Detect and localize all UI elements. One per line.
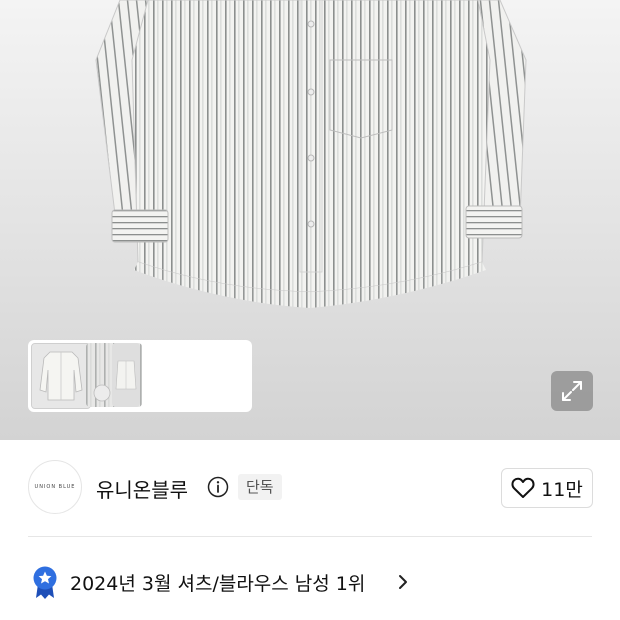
ranking-text: 2024년 3월 셔츠/블라우스 남성 1위 — [70, 573, 366, 595]
chevron-right-icon — [399, 575, 407, 589]
brand-name[interactable]: 유니온블루 — [96, 474, 188, 503]
thumbnail-shirt-front[interactable] — [31, 343, 91, 409]
thumbnail-strip — [28, 340, 252, 412]
product-image[interactable] — [0, 0, 620, 440]
like-button[interactable]: 11만 — [501, 468, 593, 508]
star-ribbon-icon — [33, 566, 57, 599]
exclusive-badge: 단독 — [238, 474, 282, 500]
divider — [28, 536, 592, 537]
thumbnail-shirt-flat-image[interactable] — [112, 343, 140, 407]
info-icon[interactable] — [207, 476, 229, 498]
brand-logo-text: UNION BLUE — [34, 484, 76, 490]
expand-icon — [562, 381, 582, 401]
brand-logo[interactable]: UNION BLUE — [28, 460, 82, 514]
heart-icon — [511, 477, 535, 498]
expand-image-button[interactable] — [551, 371, 593, 411]
ranking-link[interactable]: 2024년 3월 셔츠/블라우스 남성 1위 — [28, 562, 592, 602]
like-count: 11만 — [541, 478, 583, 501]
brand-row: UNION BLUE 유니온블루 단독 11만 — [0, 440, 620, 536]
